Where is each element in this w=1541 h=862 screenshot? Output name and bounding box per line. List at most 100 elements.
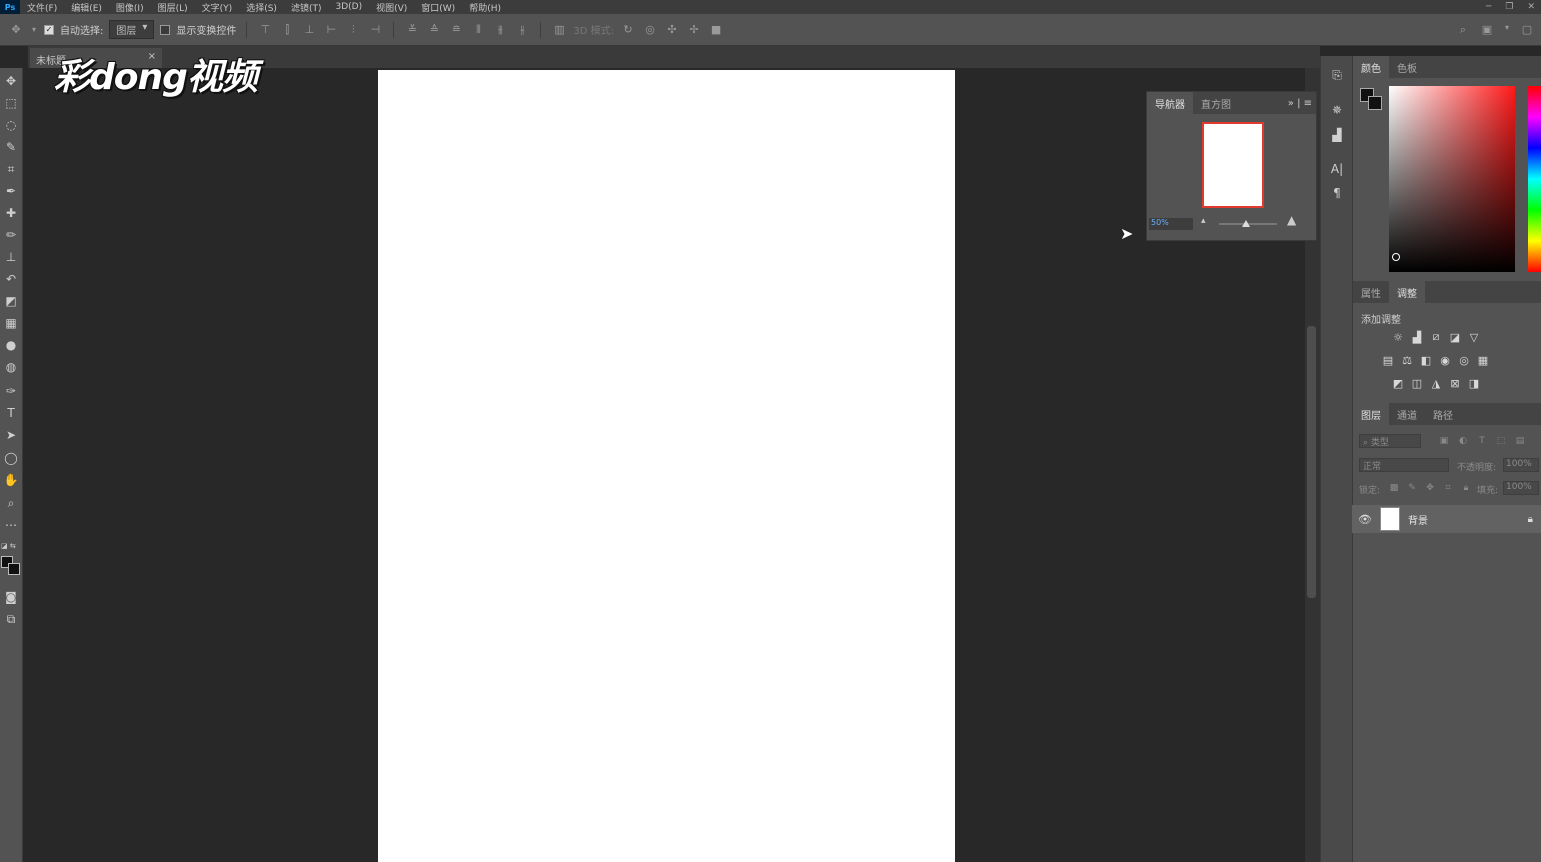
menu-help[interactable]: 帮助(H) bbox=[462, 1, 508, 14]
auto-select-dropdown[interactable]: 图层 ▾ bbox=[109, 20, 155, 39]
blur-icon[interactable]: ● bbox=[2, 336, 20, 354]
menu-view[interactable]: 视图(V) bbox=[369, 1, 414, 14]
align-bottom-icon[interactable]: ⊥ bbox=[301, 23, 317, 36]
blend-mode-dropdown[interactable]: 正常 bbox=[1359, 458, 1449, 472]
hue-saturation-icon[interactable]: ▤ bbox=[1381, 353, 1395, 367]
lock-position-icon[interactable]: ✥ bbox=[1423, 481, 1437, 495]
align-left-icon[interactable]: ⊢ bbox=[323, 23, 339, 36]
pen-icon[interactable]: ✑ bbox=[2, 382, 20, 400]
3d-rotate-icon[interactable]: ↻ bbox=[620, 23, 636, 36]
hand-icon[interactable]: ✋ bbox=[2, 471, 20, 489]
eye-icon[interactable]: 👁︎ bbox=[1358, 513, 1372, 526]
photo-filter-icon[interactable]: ◉ bbox=[1438, 353, 1452, 367]
panel-menu-icon[interactable]: » | ≡ bbox=[1288, 98, 1316, 109]
zoom-slider-knob[interactable] bbox=[1242, 220, 1250, 227]
history-icon[interactable]: ⎘ bbox=[1328, 66, 1346, 84]
black-white-icon[interactable]: ◧ bbox=[1419, 353, 1433, 367]
align-top-icon[interactable]: ⊤ bbox=[257, 23, 273, 36]
lock-pixels-icon[interactable]: ✎ bbox=[1405, 481, 1419, 495]
hue-slider[interactable] bbox=[1528, 86, 1541, 272]
exposure-icon[interactable]: ◪ bbox=[1448, 330, 1462, 344]
distribute-bottom-icon[interactable]: ≘ bbox=[448, 23, 464, 36]
gradient-map-icon[interactable]: ⊠ bbox=[1448, 376, 1462, 390]
tab-color[interactable]: 颜色 bbox=[1353, 55, 1389, 79]
move-tool-icon[interactable]: ✥ bbox=[8, 23, 24, 36]
layer-name[interactable]: 背景 bbox=[1408, 512, 1428, 527]
histogram-icon[interactable]: ▟ bbox=[1328, 126, 1346, 144]
channel-mixer-icon[interactable]: ◎ bbox=[1457, 353, 1471, 367]
history-brush-icon[interactable]: ↶ bbox=[2, 270, 20, 288]
more-icon[interactable]: ⋯ bbox=[2, 516, 20, 534]
screen-mode-icon[interactable]: ⧉ bbox=[2, 610, 20, 628]
swap-colors-icon[interactable]: ◪ ⇆ bbox=[1, 542, 21, 550]
zoom-icon[interactable]: ⌕ bbox=[2, 494, 20, 512]
threshold-icon[interactable]: ◮ bbox=[1429, 376, 1443, 390]
minimize-icon[interactable]: ─ bbox=[1486, 2, 1491, 12]
align-right-icon[interactable]: ⊣ bbox=[367, 23, 383, 36]
menu-layer[interactable]: 图层(L) bbox=[151, 1, 195, 14]
menu-edit[interactable]: 编辑(E) bbox=[64, 1, 109, 14]
tab-channels[interactable]: 通道 bbox=[1389, 403, 1425, 426]
distribute-left-icon[interactable]: ⫴ bbox=[470, 23, 486, 37]
chevron-down-icon[interactable]: ▾ bbox=[30, 25, 38, 34]
opacity-field[interactable]: 100% bbox=[1503, 458, 1539, 472]
show-transform-checkbox[interactable] bbox=[160, 24, 171, 35]
distribute-top-icon[interactable]: ≚ bbox=[404, 23, 420, 36]
chevron-down-icon[interactable]: ▾ bbox=[1503, 23, 1511, 37]
align-hcenter-icon[interactable]: ⫶ bbox=[345, 23, 361, 37]
paragraph-icon[interactable]: ¶ bbox=[1328, 184, 1346, 202]
menu-image[interactable]: 图像(I) bbox=[109, 1, 151, 14]
vibrance-icon[interactable]: ▽ bbox=[1467, 330, 1481, 344]
scrollbar-thumb[interactable] bbox=[1307, 326, 1316, 598]
selective-color-icon[interactable]: ◨ bbox=[1467, 376, 1481, 390]
distribute-right-icon[interactable]: ⫳ bbox=[514, 23, 530, 37]
search-icon[interactable]: ⌕ bbox=[1455, 23, 1471, 37]
adjustment-filter-icon[interactable]: ◐ bbox=[1456, 434, 1470, 448]
levels-icon[interactable]: ▟ bbox=[1410, 330, 1424, 344]
layer-row-background[interactable]: 👁︎ 背景 🔒︎ bbox=[1352, 505, 1541, 533]
distribute-hcenter-icon[interactable]: ⫵ bbox=[492, 23, 508, 37]
stamp-icon[interactable]: ⊥ bbox=[2, 248, 20, 266]
lasso-icon[interactable]: ◌ bbox=[2, 116, 20, 134]
menu-window[interactable]: 窗口(W) bbox=[414, 1, 462, 14]
lock-all-icon[interactable]: 🔒︎ bbox=[1459, 481, 1473, 495]
tab-navigator[interactable]: 导航器 bbox=[1147, 91, 1193, 115]
lock-transparent-icon[interactable]: ▩ bbox=[1387, 481, 1401, 495]
tab-swatches[interactable]: 色板 bbox=[1389, 56, 1425, 79]
brightness-icon[interactable]: ☼ bbox=[1391, 330, 1405, 344]
type-filter-icon[interactable]: T bbox=[1475, 434, 1489, 448]
workspace-icon[interactable]: ▣ bbox=[1479, 23, 1495, 37]
tab-adjustments[interactable]: 调整 bbox=[1389, 280, 1425, 304]
color-lookup-icon[interactable]: ▦ bbox=[1476, 353, 1490, 367]
tab-properties[interactable]: 属性 bbox=[1353, 281, 1389, 304]
eraser-icon[interactable]: ◩ bbox=[2, 292, 20, 310]
menu-select[interactable]: 选择(S) bbox=[239, 1, 284, 14]
align-vcenter-icon[interactable]: ⫿ bbox=[279, 23, 295, 37]
menu-file[interactable]: 文件(F) bbox=[20, 1, 64, 14]
close-icon[interactable]: ✕ bbox=[1527, 2, 1535, 12]
background-color-swatch[interactable] bbox=[8, 563, 20, 575]
crop-icon[interactable]: ⌗ bbox=[2, 160, 20, 178]
menu-filter[interactable]: 滤镜(T) bbox=[284, 1, 329, 14]
path-select-icon[interactable]: ➤ bbox=[2, 426, 20, 444]
ellipse-icon[interactable]: ◯ bbox=[2, 449, 20, 467]
auto-align-icon[interactable]: ▥ bbox=[551, 23, 567, 36]
invert-icon[interactable]: ◩ bbox=[1391, 376, 1405, 390]
marquee-icon[interactable]: ⬚ bbox=[2, 94, 20, 112]
navigator-preview[interactable] bbox=[1202, 122, 1264, 208]
zoom-out-icon[interactable]: ▴ bbox=[1201, 216, 1206, 226]
quick-mask-icon[interactable]: ◙ bbox=[2, 588, 20, 606]
eyedropper-icon[interactable]: ✒ bbox=[2, 182, 20, 200]
tab-histogram[interactable]: 直方图 bbox=[1193, 92, 1239, 115]
posterize-icon[interactable]: ◫ bbox=[1410, 376, 1424, 390]
3d-roll-icon[interactable]: ◎ bbox=[642, 23, 658, 36]
type-icon[interactable]: T bbox=[2, 404, 20, 422]
pixel-filter-icon[interactable]: ▣ bbox=[1437, 434, 1451, 448]
layer-filter-dropdown[interactable]: ⌕ 类型 bbox=[1359, 434, 1421, 448]
menu-3d[interactable]: 3D(D) bbox=[328, 2, 369, 12]
distribute-vcenter-icon[interactable]: ≙ bbox=[426, 23, 442, 36]
color-picker-ring[interactable] bbox=[1392, 253, 1400, 261]
share-icon[interactable]: ▢ bbox=[1519, 23, 1535, 37]
fill-field[interactable]: 100% bbox=[1503, 481, 1539, 495]
healing-icon[interactable]: ✚ bbox=[2, 204, 20, 222]
